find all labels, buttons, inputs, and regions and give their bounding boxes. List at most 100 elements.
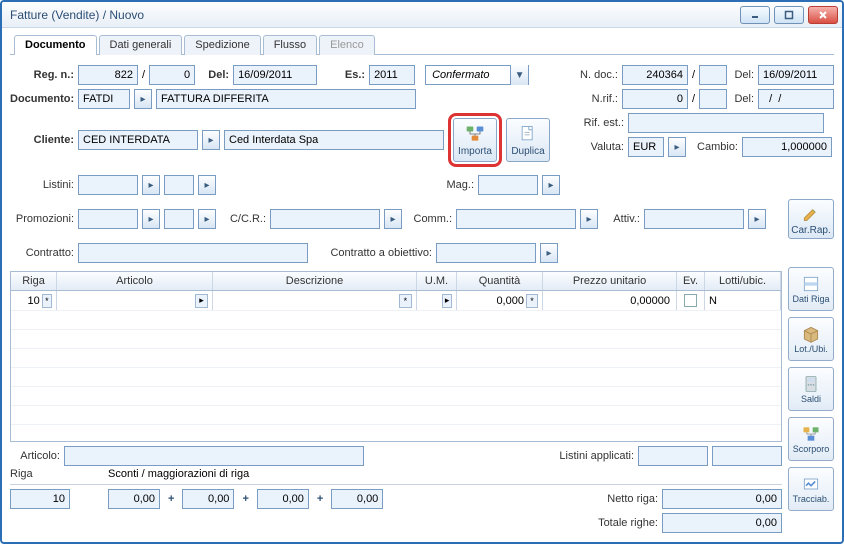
reg-n2-field[interactable]	[149, 65, 195, 85]
cliente-desc-field[interactable]	[224, 130, 444, 150]
cell-lotti[interactable]: N	[709, 295, 717, 307]
reg-n-field[interactable]	[78, 65, 138, 85]
col-descrizione[interactable]: Descrizione	[213, 272, 417, 290]
cell-riga[interactable]	[15, 295, 42, 307]
del3-field[interactable]	[758, 89, 834, 109]
tab-dati-generali[interactable]: Dati generali	[99, 35, 183, 55]
car-rap-button[interactable]: Car.Rap.	[788, 199, 834, 239]
col-ev[interactable]: Ev.	[677, 272, 705, 290]
footer-riga-field[interactable]	[10, 489, 70, 509]
duplicate-icon	[518, 124, 538, 144]
dati-riga-button[interactable]: Dati Riga	[788, 267, 834, 311]
import-icon	[465, 124, 485, 144]
cell-descrizione[interactable]	[217, 295, 399, 307]
label-cambio: Cambio:	[690, 141, 738, 153]
importa-button[interactable]: Importa	[453, 118, 497, 162]
listini-app-1[interactable]	[638, 446, 708, 466]
calculator-icon	[800, 374, 822, 394]
rif-est-field[interactable]	[628, 113, 824, 133]
promozioni-extra-field[interactable]	[164, 209, 194, 229]
col-um[interactable]: U.M.	[417, 272, 457, 290]
documento-code-field[interactable]	[78, 89, 130, 109]
ccr-field[interactable]	[270, 209, 380, 229]
promozioni-extra-lookup-button[interactable]: ▸	[198, 209, 216, 229]
col-prezzo[interactable]: Prezzo unitario	[543, 272, 677, 290]
mag-lookup-button[interactable]: ▸	[542, 175, 560, 195]
listini-lookup-button[interactable]: ▸	[142, 175, 160, 195]
tab-elenco[interactable]: Elenco	[319, 35, 375, 55]
tab-spedizione[interactable]: Spedizione	[184, 35, 260, 55]
cliente-code-field[interactable]	[78, 130, 198, 150]
promozioni-field[interactable]	[78, 209, 138, 229]
minimize-button[interactable]	[740, 6, 770, 24]
scorporo-button[interactable]: Scorporo	[788, 417, 834, 461]
contratto-field[interactable]	[78, 243, 308, 263]
promozioni-lookup-button[interactable]: ▸	[142, 209, 160, 229]
cell-quantita[interactable]	[461, 295, 526, 307]
label-comm: Comm.:	[406, 213, 452, 225]
table-row[interactable]: * ▸ * ▸ * N	[11, 291, 781, 311]
tab-flusso[interactable]: Flusso	[263, 35, 317, 55]
es-field[interactable]	[369, 65, 415, 85]
window: Fatture (Vendite) / Nuovo Documento Dati…	[0, 0, 844, 544]
documento-desc-field[interactable]	[156, 89, 416, 109]
label-attiv: Attiv.:	[602, 213, 640, 225]
cambio-field[interactable]	[742, 137, 832, 157]
n-doc-field[interactable]	[622, 65, 688, 85]
tab-documento[interactable]: Documento	[14, 35, 97, 55]
col-riga[interactable]: Riga	[11, 272, 57, 290]
tracciab-button[interactable]: Tracciab.	[788, 467, 834, 511]
netto-riga-field	[662, 489, 782, 509]
riga-lookup-icon[interactable]: *	[42, 294, 52, 308]
maximize-button[interactable]	[774, 6, 804, 24]
duplica-button[interactable]: Duplica	[506, 118, 550, 162]
comm-field[interactable]	[456, 209, 576, 229]
label-netto-riga: Netto riga:	[578, 493, 658, 505]
documento-lookup-button[interactable]: ▸	[134, 89, 152, 109]
listini-extra-field[interactable]	[164, 175, 194, 195]
stato-select[interactable]: Confermato ▼	[425, 65, 529, 85]
label-del3: Del:	[731, 93, 754, 105]
n-doc2-field[interactable]	[699, 65, 727, 85]
attiv-field[interactable]	[644, 209, 744, 229]
close-button[interactable]	[808, 6, 838, 24]
label-reg-n: Reg. n.:	[10, 69, 74, 81]
contratto-obj-field[interactable]	[436, 243, 536, 263]
listini-extra-lookup-button[interactable]: ▸	[198, 175, 216, 195]
col-articolo[interactable]: Articolo	[57, 272, 213, 290]
attiv-lookup-button[interactable]: ▸	[748, 209, 766, 229]
n-rif2-field[interactable]	[699, 89, 727, 109]
dati-riga-icon	[800, 274, 822, 294]
quantita-lookup-icon[interactable]: *	[526, 294, 538, 308]
saldi-button[interactable]: Saldi	[788, 367, 834, 411]
col-quantita[interactable]: Quantità	[457, 272, 543, 290]
pen-icon	[801, 203, 821, 223]
lot-ubi-button[interactable]: Lot./Ubi.	[788, 317, 834, 361]
ccr-lookup-button[interactable]: ▸	[384, 209, 402, 229]
listini-app-2[interactable]	[712, 446, 782, 466]
um-lookup-icon[interactable]: ▸	[442, 294, 452, 308]
articolo-lookup-icon[interactable]: ▸	[195, 294, 208, 308]
cliente-lookup-button[interactable]: ▸	[202, 130, 220, 150]
label-rif-est: Rif. est.:	[572, 117, 624, 129]
col-lotti[interactable]: Lotti/ubic.	[705, 272, 781, 290]
valuta-lookup-button[interactable]: ▸	[668, 137, 686, 157]
comm-lookup-button[interactable]: ▸	[580, 209, 598, 229]
n-rif-field[interactable]	[622, 89, 688, 109]
mag-field[interactable]	[478, 175, 538, 195]
del2-field[interactable]	[758, 65, 834, 85]
cell-prezzo[interactable]	[547, 295, 672, 307]
cell-ev-checkbox[interactable]	[684, 294, 697, 307]
sconto-3[interactable]	[257, 489, 309, 509]
articolo-footer-field[interactable]	[64, 446, 364, 466]
listini-field[interactable]	[78, 175, 138, 195]
del-field[interactable]	[233, 65, 317, 85]
valuta-field[interactable]	[628, 137, 664, 157]
descrizione-lookup-icon[interactable]: *	[399, 294, 412, 308]
sconto-4[interactable]	[331, 489, 383, 509]
cell-articolo[interactable]	[61, 295, 195, 307]
cell-um[interactable]	[421, 295, 442, 307]
sconto-1[interactable]	[108, 489, 160, 509]
contratto-obj-lookup-button[interactable]: ▸	[540, 243, 558, 263]
sconto-2[interactable]	[182, 489, 234, 509]
